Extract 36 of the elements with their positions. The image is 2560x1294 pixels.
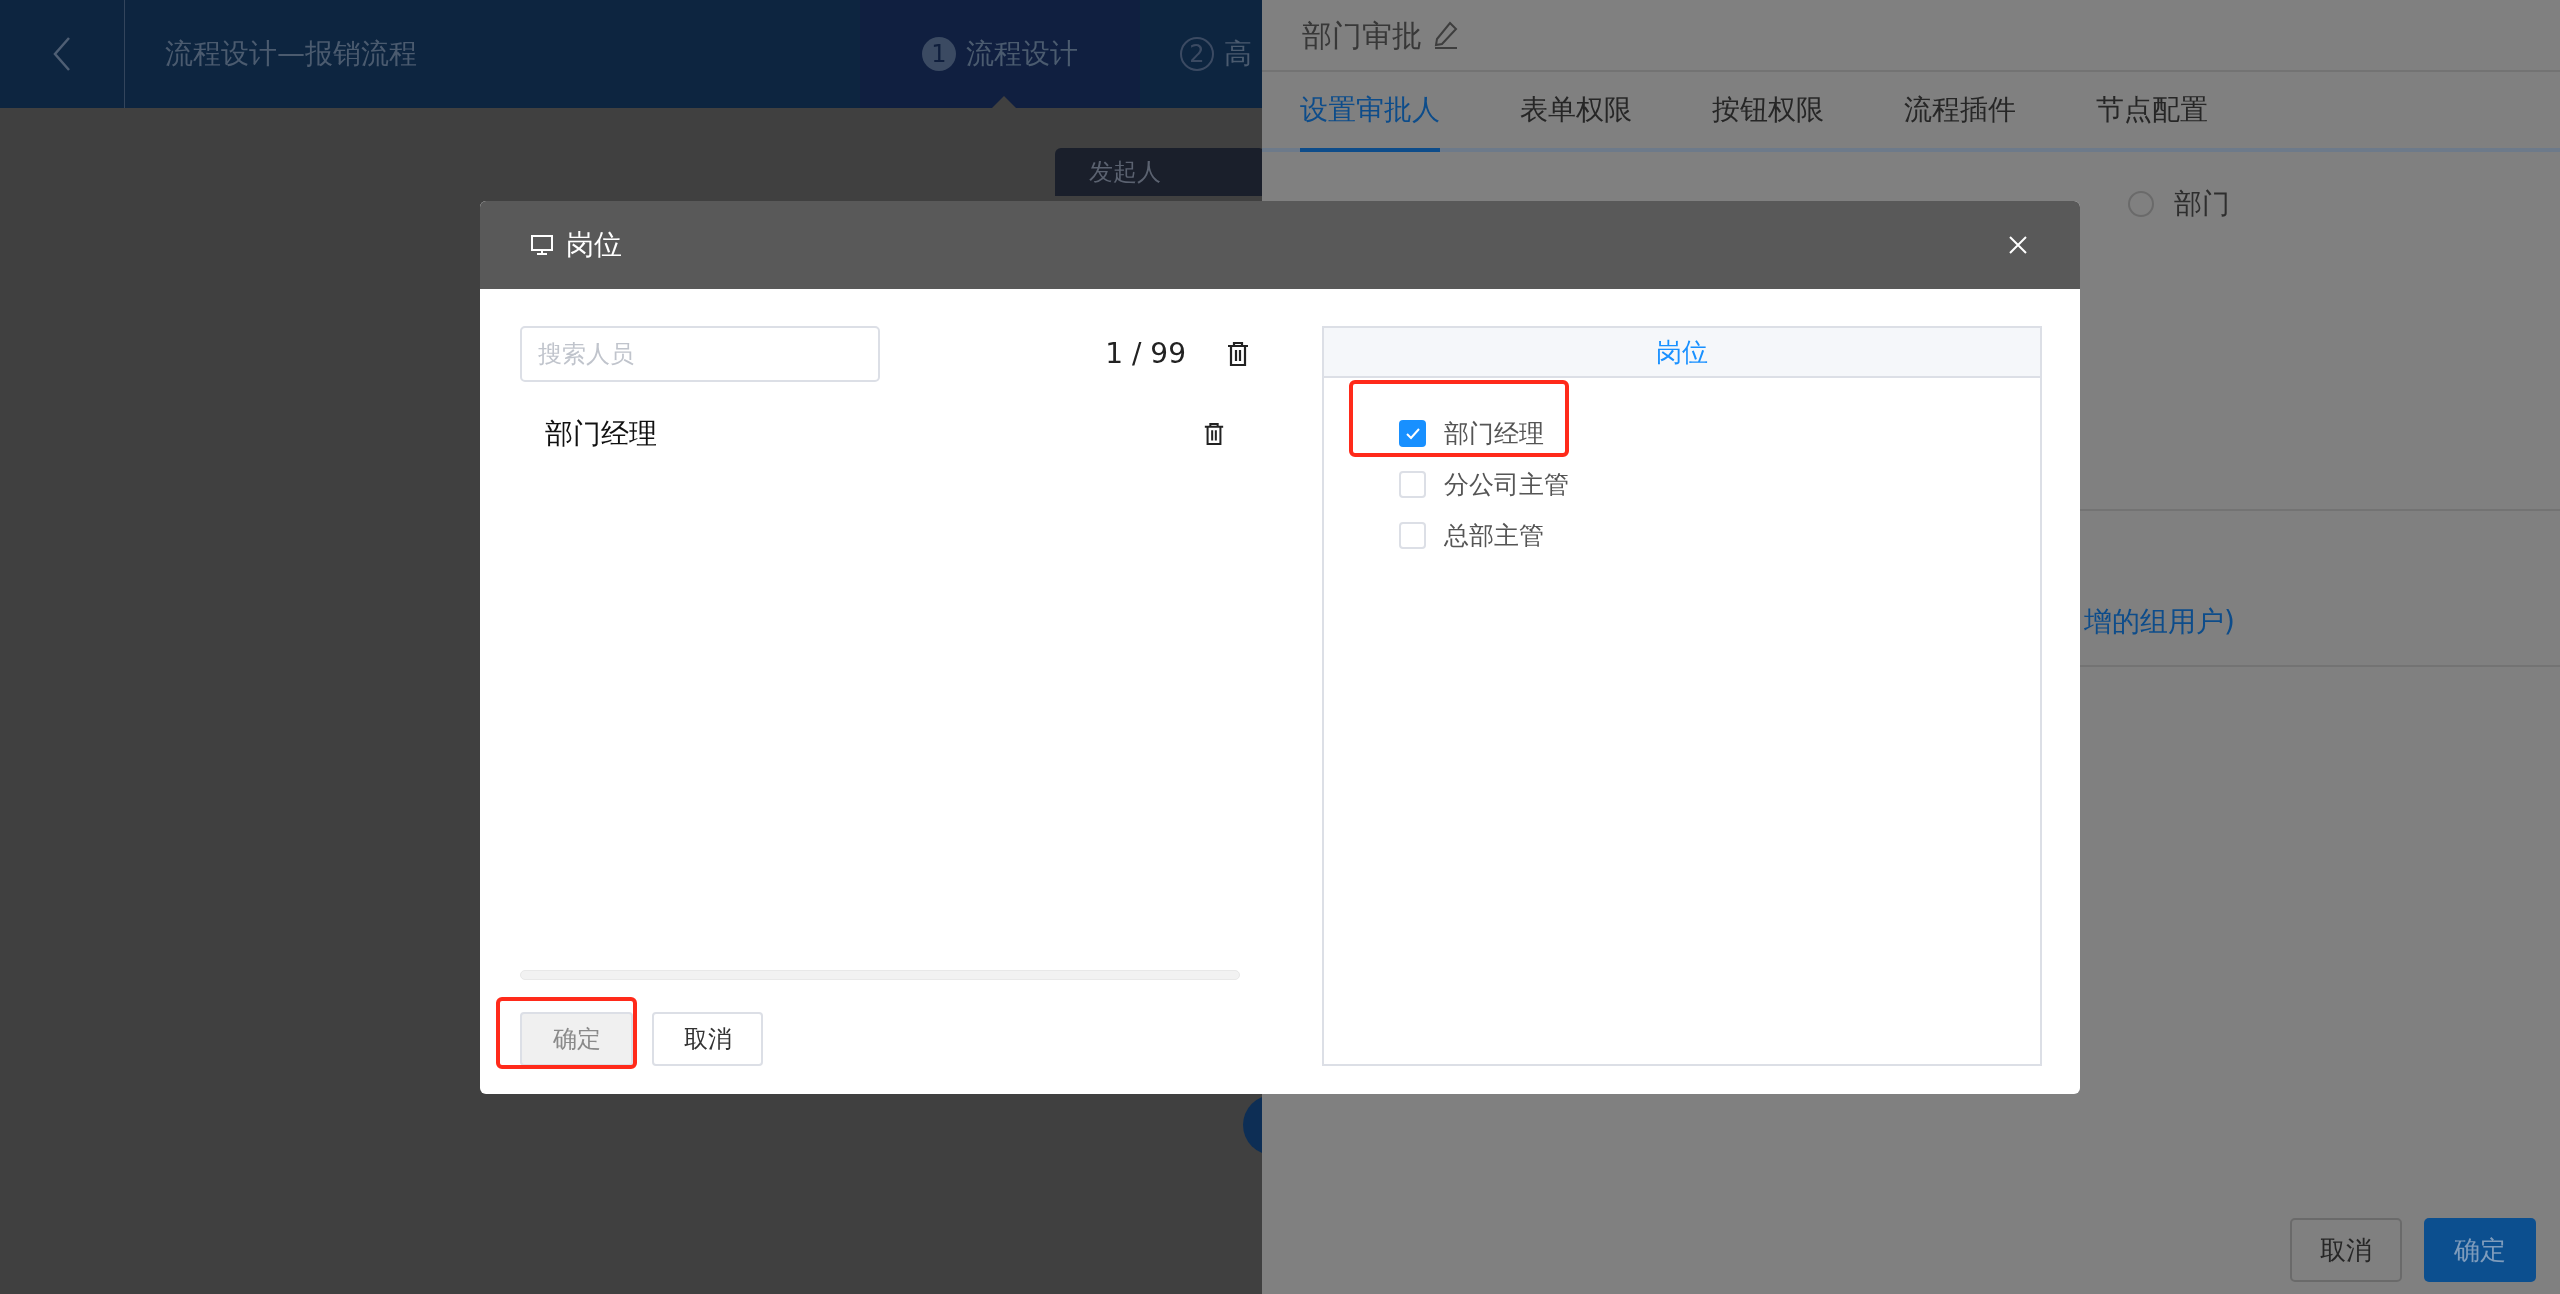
trash-icon [1203, 421, 1225, 447]
cancel-button[interactable]: 取消 [2290, 1218, 2402, 1282]
checkbox-label: 部门经理 [1444, 417, 1544, 450]
checkbox[interactable] [1399, 420, 1426, 447]
remove-button[interactable] [1203, 421, 1225, 447]
tab[interactable]: 按钮权限 [1712, 72, 1824, 152]
drawer-title: 部门审批 [1302, 16, 1422, 55]
tab[interactable]: 表单权限 [1520, 72, 1632, 152]
start-node: 发起人 [1055, 148, 1265, 196]
page-title: 流程设计—报销流程 [165, 36, 417, 72]
confirm-button[interactable]: 确定 [2424, 1218, 2536, 1282]
step-label: 高 [1224, 36, 1252, 72]
back-icon [52, 36, 72, 72]
checkbox[interactable] [1399, 522, 1426, 549]
panel-heading: 岗位 [1656, 335, 1708, 369]
close-icon [2008, 235, 2028, 255]
step-label: 流程设计 [966, 36, 1078, 72]
clear-all-button[interactable] [1226, 341, 1250, 367]
trash-icon [1226, 341, 1250, 367]
search-field[interactable]: 搜索人员 [520, 326, 880, 382]
selected-item: 部门经理 [545, 416, 658, 452]
radio-label: 部门 [2174, 186, 2230, 222]
edit-icon[interactable] [1432, 20, 1460, 50]
monitor-icon [530, 233, 554, 257]
checkbox-label: 总部主管 [1444, 519, 1544, 552]
check-icon [1404, 426, 1421, 441]
selection-count: 1 / 99 [1105, 336, 1186, 372]
dialog-title: 岗位 [566, 227, 622, 263]
cancel-button[interactable]: 取消 [652, 1012, 763, 1066]
tab[interactable]: 设置审批人 [1300, 72, 1440, 152]
tab[interactable]: 流程插件 [1904, 72, 2016, 152]
tab[interactable]: 节点配置 [2096, 72, 2208, 152]
hint-text: 增的组用户) [2084, 604, 2235, 640]
checkbox[interactable] [1399, 471, 1426, 498]
checkbox-label: 分公司主管 [1444, 468, 1569, 501]
tab-pointer [992, 96, 1016, 108]
